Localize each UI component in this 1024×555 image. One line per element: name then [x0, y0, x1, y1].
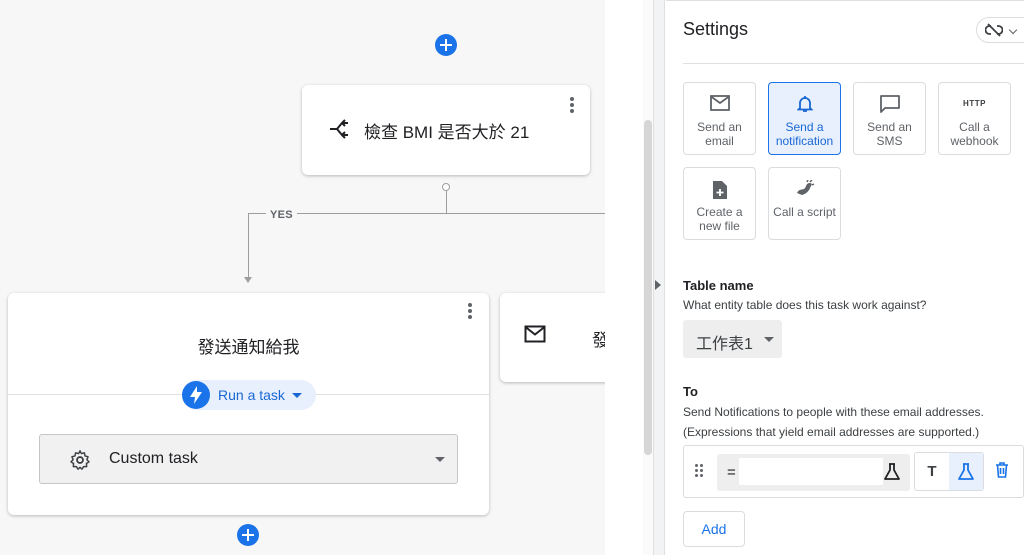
- add-step-top-button[interactable]: [435, 34, 457, 56]
- tile-label: Send a notification: [775, 120, 834, 148]
- run-task-label: Run a task: [218, 387, 285, 403]
- task-step-title: 發送通知給我: [197, 338, 300, 357]
- condition-step-title: 檢查 BMI 是否大於 21: [364, 123, 530, 142]
- email-step-title: 發: [592, 331, 605, 350]
- add-step-bottom-button[interactable]: [237, 524, 259, 546]
- bell-icon: [796, 96, 813, 112]
- value-type-toggle: T: [914, 452, 984, 491]
- tile-label: Call a script: [773, 205, 836, 219]
- tile-call-script[interactable]: Call a script: [768, 167, 841, 240]
- tile-send-sms[interactable]: Send an SMS: [853, 82, 926, 155]
- condition-more-icon[interactable]: [570, 97, 574, 113]
- tile-send-notification[interactable]: Send a notification: [768, 82, 841, 155]
- mail-icon: [524, 325, 546, 343]
- task-step-card[interactable]: 發送通知給我 Run a task Custom task: [8, 293, 489, 515]
- script-icon: [796, 180, 814, 195]
- link-off-icon: [985, 23, 1003, 37]
- chat-bubble-icon: [879, 95, 900, 113]
- connector-line: [248, 213, 249, 278]
- chevron-down-icon: [435, 457, 445, 462]
- collapse-arrow-icon[interactable]: [655, 280, 661, 290]
- add-file-icon: [712, 181, 727, 199]
- flask-icon[interactable]: [884, 463, 900, 481]
- task-type-value: Custom task: [109, 450, 198, 467]
- to-description-note: (Expressions that yield email addresses …: [683, 425, 980, 439]
- canvas-margin: [605, 0, 643, 555]
- lightning-icon: [182, 381, 210, 409]
- trash-icon[interactable]: [995, 462, 1009, 478]
- to-description: Send Notifications to people with these …: [683, 405, 984, 419]
- scrollbar-thumb[interactable]: [644, 120, 652, 455]
- http-icon: HTTP: [963, 99, 986, 108]
- connector-line: [248, 213, 605, 214]
- drag-handle-icon[interactable]: [695, 464, 705, 478]
- email-step-card[interactable]: 發: [500, 293, 605, 382]
- table-name-heading: Table name: [683, 278, 754, 293]
- settings-title: Settings: [683, 19, 749, 39]
- connector-line: [446, 191, 447, 213]
- expression-box: =: [717, 454, 910, 491]
- unlink-button[interactable]: [976, 17, 1024, 43]
- branch-node: [442, 183, 450, 191]
- canvas-scrollbar[interactable]: [643, 0, 653, 555]
- table-name-select[interactable]: 工作表1: [683, 320, 782, 358]
- tile-label: Create a new file: [696, 205, 743, 233]
- flask-icon: [958, 463, 974, 480]
- settings-panel: Settings Send an email Send a notificati…: [666, 0, 1024, 555]
- tile-send-email[interactable]: Send an email: [683, 82, 756, 155]
- branch-icon: [330, 119, 348, 139]
- task-type-select[interactable]: Custom task: [39, 434, 458, 484]
- mail-icon: [709, 95, 730, 111]
- equals-sign: =: [727, 464, 736, 481]
- settings-divider: [683, 63, 1024, 64]
- tile-call-webhook[interactable]: HTTP Call a webhook: [938, 82, 1011, 155]
- panel-resize-handle[interactable]: [653, 0, 665, 555]
- recipient-expression-input[interactable]: [739, 458, 883, 485]
- chevron-down-icon: [764, 337, 774, 342]
- branch-yes-label: YES: [266, 209, 297, 221]
- text-mode-button[interactable]: T: [915, 453, 949, 490]
- chevron-down-icon: [292, 393, 302, 398]
- chevron-down-icon: [1008, 25, 1018, 35]
- add-recipient-button[interactable]: Add: [683, 511, 745, 547]
- recipient-row: = T: [683, 445, 1024, 498]
- tile-label: Call a webhook: [950, 120, 999, 148]
- connector-arrow: [244, 277, 252, 283]
- run-task-chip[interactable]: Run a task: [182, 380, 316, 410]
- task-more-icon[interactable]: [468, 303, 472, 319]
- table-name-value: 工作表1: [696, 336, 753, 353]
- tile-create-file[interactable]: Create a new file: [683, 167, 756, 240]
- tile-label: Send an email: [697, 120, 742, 148]
- expression-mode-button[interactable]: [949, 453, 983, 490]
- flow-canvas: 檢查 BMI 是否大於 21 YES 發送通知給我 Run a task Cus…: [0, 0, 605, 555]
- to-heading: To: [683, 384, 698, 399]
- table-name-description: What entity table does this task work ag…: [683, 298, 927, 312]
- condition-step-card[interactable]: 檢查 BMI 是否大於 21: [302, 85, 590, 175]
- gear-icon: [70, 450, 90, 470]
- tile-label: Send an SMS: [867, 120, 912, 148]
